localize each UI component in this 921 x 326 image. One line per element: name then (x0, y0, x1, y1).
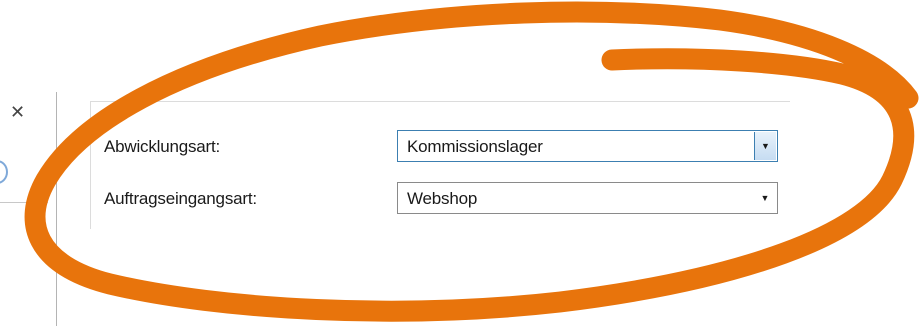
left-separator (0, 202, 48, 203)
abwicklungsart-label: Abwicklungsart: (104, 137, 221, 156)
panel-divider (56, 92, 57, 326)
abwicklungsart-select[interactable]: Kommissionslager ▼ (397, 130, 778, 162)
auftragseingangsart-label: Auftragseingangsart: (104, 189, 257, 208)
panel-border-top (90, 101, 790, 102)
auftragseingangsart-value: Webshop (407, 189, 478, 208)
abwicklungsart-value: Kommissionslager (407, 137, 543, 156)
auftragseingangsart-select[interactable]: Webshop ▼ (397, 182, 778, 214)
chevron-down-icon[interactable]: ▼ (754, 132, 776, 160)
help-icon[interactable] (0, 160, 8, 184)
close-icon[interactable]: ✕ (10, 104, 25, 122)
panel-border-left (90, 101, 91, 229)
annotation-circle (24, 1, 919, 322)
chevron-down-icon[interactable]: ▼ (753, 183, 777, 213)
